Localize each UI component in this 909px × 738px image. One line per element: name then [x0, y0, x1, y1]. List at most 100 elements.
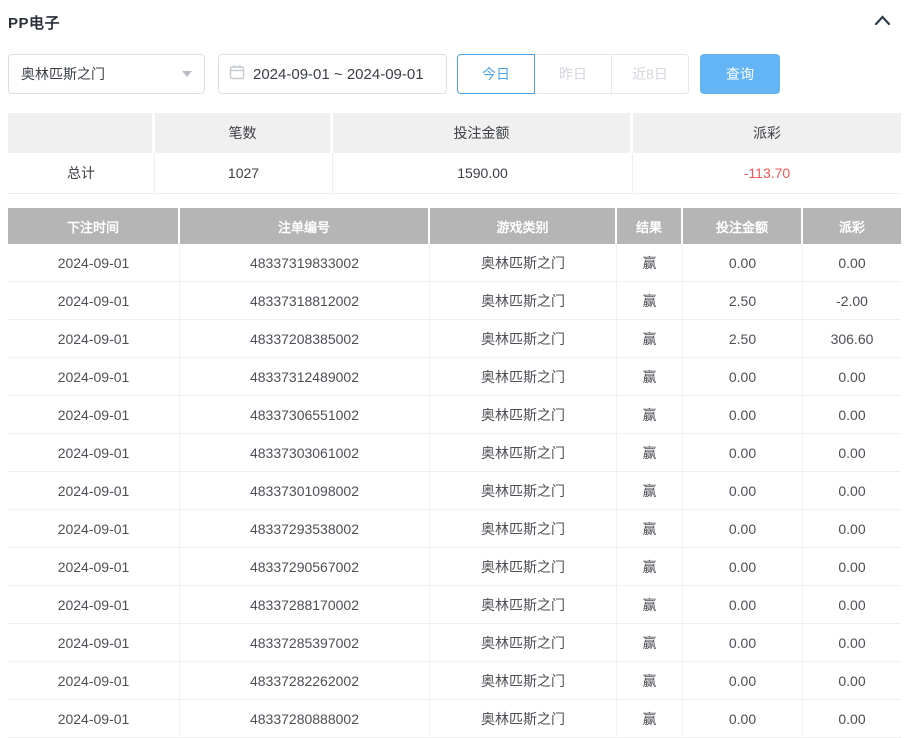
calendar-icon	[229, 64, 245, 84]
table-row: 2024-09-01 48337285397002 奥林匹斯之门 赢 0.00 …	[8, 624, 901, 662]
cell-bet-amount: 0.00	[683, 586, 803, 623]
yesterday-button[interactable]: 昨日	[534, 54, 612, 94]
summary-header-blank	[8, 113, 155, 153]
date-range-value: 2024-09-01 ~ 2024-09-01	[253, 65, 424, 83]
table-row: 2024-09-01 48337303061002 奥林匹斯之门 赢 0.00 …	[8, 434, 901, 472]
collapse-panel-button[interactable]	[874, 13, 891, 32]
column-header-result: 结果	[617, 208, 683, 244]
cell-order-id: 48337303061002	[180, 434, 430, 471]
cell-payout: 0.00	[838, 482, 866, 499]
cell-result: 赢	[617, 320, 683, 357]
cell-payout: 0.00	[838, 520, 866, 537]
cell-payout: 0.00	[838, 634, 866, 651]
table-row: 2024-09-01 48337312489002 奥林匹斯之门 赢 0.00 …	[8, 358, 901, 396]
cell-result: 赢	[617, 282, 683, 319]
summary-header-payout: 派彩	[633, 113, 901, 153]
cell-bet-time: 2024-09-01	[8, 358, 180, 395]
cell-bet-amount: 0.00	[683, 472, 803, 509]
cell-result: 赢	[617, 510, 683, 547]
cell-game-type: 奥林匹斯之门	[430, 510, 617, 547]
cell-game-type: 奥林匹斯之门	[430, 548, 617, 585]
cell-order-id: 48337319833002	[180, 244, 430, 281]
summary-total-row: 总计 1027 1590.00 -113.70	[8, 153, 901, 194]
quick-range-group: 今日 昨日 近8日	[457, 54, 689, 94]
cell-payout: 0.00	[838, 558, 866, 575]
table-row: 2024-09-01 48337208385002 奥林匹斯之门 赢 2.50 …	[8, 320, 901, 358]
column-header-bet-time: 下注时间	[8, 208, 180, 244]
page-title: PP电子	[8, 15, 61, 32]
cell-result: 赢	[617, 700, 683, 737]
bet-records-table: 下注时间 注单编号 游戏类别 结果 投注金额 派彩 2024-09-01 483…	[8, 208, 901, 738]
cell-result: 赢	[617, 548, 683, 585]
table-row: 2024-09-01 48337293538002 奥林匹斯之门 赢 0.00 …	[8, 510, 901, 548]
cell-game-type: 奥林匹斯之门	[430, 624, 617, 661]
query-button[interactable]: 查询	[700, 54, 780, 94]
cell-result: 赢	[617, 358, 683, 395]
cell-bet-time: 2024-09-01	[8, 662, 180, 699]
cell-payout: 306.60	[830, 330, 874, 347]
cell-bet-time: 2024-09-01	[8, 282, 180, 319]
cell-payout: 0.00	[838, 596, 866, 613]
cell-game-type: 奥林匹斯之门	[430, 320, 617, 357]
chevron-up-icon	[874, 13, 891, 32]
cell-bet-time: 2024-09-01	[8, 320, 180, 357]
today-button[interactable]: 今日	[457, 54, 535, 94]
cell-game-type: 奥林匹斯之门	[430, 282, 617, 319]
column-header-order-id: 注单编号	[180, 208, 430, 244]
cell-bet-amount: 0.00	[683, 244, 803, 281]
cell-order-id: 48337282262002	[180, 662, 430, 699]
cell-order-id: 48337280888002	[180, 700, 430, 737]
cell-payout: 0.00	[838, 444, 866, 461]
summary-total-count: 1027	[155, 153, 333, 194]
cell-result: 赢	[617, 586, 683, 623]
game-select[interactable]: 奥林匹斯之门	[8, 54, 205, 94]
summary-total-bet-amount: 1590.00	[333, 153, 633, 194]
cell-payout: 0.00	[838, 254, 866, 271]
cell-payout: 0.00	[838, 368, 866, 385]
filter-bar: 奥林匹斯之门 2024-09-01 ~ 2024-09-01 今日 昨日 近8日…	[8, 54, 901, 94]
cell-bet-time: 2024-09-01	[8, 700, 180, 737]
cell-bet-amount: 0.00	[683, 510, 803, 547]
cell-bet-amount: 0.00	[683, 700, 803, 737]
cell-order-id: 48337293538002	[180, 510, 430, 547]
cell-result: 赢	[617, 662, 683, 699]
cell-bet-time: 2024-09-01	[8, 472, 180, 509]
cell-order-id: 48337290567002	[180, 548, 430, 585]
cell-bet-time: 2024-09-01	[8, 548, 180, 585]
last-8-days-button[interactable]: 近8日	[611, 54, 689, 94]
summary-header-row: 笔数 投注金额 派彩	[8, 113, 901, 153]
cell-game-type: 奥林匹斯之门	[430, 434, 617, 471]
summary-total-label: 总计	[8, 153, 155, 194]
cell-game-type: 奥林匹斯之门	[430, 358, 617, 395]
cell-bet-amount: 0.00	[683, 396, 803, 433]
cell-game-type: 奥林匹斯之门	[430, 662, 617, 699]
cell-game-type: 奥林匹斯之门	[430, 244, 617, 281]
cell-game-type: 奥林匹斯之门	[430, 396, 617, 433]
table-row: 2024-09-01 48337282262002 奥林匹斯之门 赢 0.00 …	[8, 662, 901, 700]
cell-order-id: 48337301098002	[180, 472, 430, 509]
cell-payout: 0.00	[838, 672, 866, 689]
cell-bet-amount: 0.00	[683, 624, 803, 661]
cell-order-id: 48337208385002	[180, 320, 430, 357]
cell-result: 赢	[617, 624, 683, 661]
cell-bet-time: 2024-09-01	[8, 434, 180, 471]
table-body: 2024-09-01 48337319833002 奥林匹斯之门 赢 0.00 …	[8, 244, 901, 738]
cell-order-id: 48337285397002	[180, 624, 430, 661]
date-range-input[interactable]: 2024-09-01 ~ 2024-09-01	[218, 54, 447, 94]
table-row: 2024-09-01 48337288170002 奥林匹斯之门 赢 0.00 …	[8, 586, 901, 624]
table-row: 2024-09-01 48337318812002 奥林匹斯之门 赢 2.50 …	[8, 282, 901, 320]
cell-bet-time: 2024-09-01	[8, 510, 180, 547]
cell-order-id: 48337306551002	[180, 396, 430, 433]
cell-payout: 0.00	[838, 710, 866, 727]
summary-table: 笔数 投注金额 派彩 总计 1027 1590.00 -113.70	[8, 113, 901, 194]
cell-result: 赢	[617, 472, 683, 509]
table-row: 2024-09-01 48337319833002 奥林匹斯之门 赢 0.00 …	[8, 244, 901, 282]
summary-header-bet-amount: 投注金额	[333, 113, 633, 153]
table-header-row: 下注时间 注单编号 游戏类别 结果 投注金额 派彩	[8, 208, 901, 244]
summary-total-payout: -113.70	[633, 153, 901, 194]
column-header-game-type: 游戏类别	[430, 208, 617, 244]
cell-bet-time: 2024-09-01	[8, 586, 180, 623]
cell-payout: -2.00	[836, 292, 868, 309]
cell-order-id: 48337318812002	[180, 282, 430, 319]
cell-bet-time: 2024-09-01	[8, 624, 180, 661]
